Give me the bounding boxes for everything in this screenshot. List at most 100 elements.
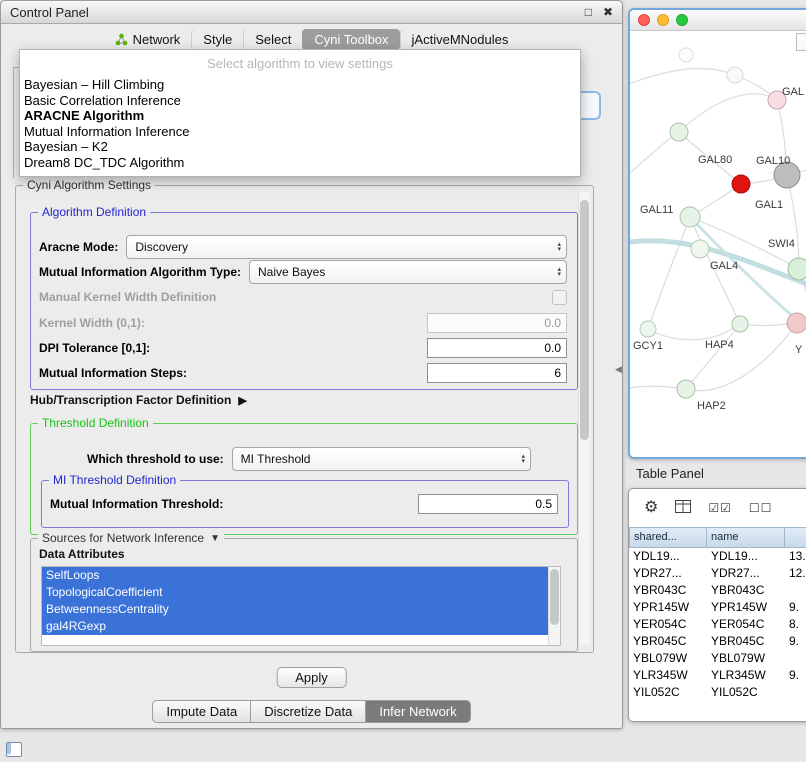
close-traffic-light[interactable] <box>638 14 650 26</box>
tab-cyni-toolbox[interactable]: Cyni Toolbox <box>302 29 399 50</box>
table-body: YDL19...YDL19...13...YDR27...YDR27...12.… <box>629 548 806 701</box>
zoom-traffic-light[interactable] <box>676 14 688 26</box>
minimized-panel-icon[interactable] <box>6 742 22 757</box>
node-label-y: Y <box>795 344 803 356</box>
table-row[interactable]: YBL079WYBL079W <box>629 650 806 667</box>
close-window-icon[interactable]: ✖ <box>603 6 613 18</box>
network-edge[interactable] <box>686 323 797 391</box>
deselect-all-checks-icon[interactable]: ☐☐ <box>749 501 773 515</box>
network-node-swi4[interactable] <box>788 258 806 280</box>
attribute-item-gal4rgexp[interactable]: gal4RGexp <box>42 618 548 635</box>
tab-jactivemnodules[interactable]: jActiveMNodules <box>400 29 520 50</box>
hub-definition-toggle[interactable]: Hub/Transcription Factor Definition ▶ <box>30 393 247 407</box>
network-node-red[interactable] <box>732 175 750 193</box>
attribute-item-selfloops[interactable]: SelfLoops <box>42 567 548 584</box>
network-window-titlebar[interactable] <box>630 10 806 31</box>
settings-scrollbar[interactable] <box>578 192 590 644</box>
hub-definition-label: Hub/Transcription Factor Definition <box>30 393 231 407</box>
table-row[interactable]: YBR043CYBR043C <box>629 582 806 599</box>
apply-button[interactable]: Apply <box>276 667 347 688</box>
aracne-mode-value: Discovery <box>135 240 188 254</box>
gear-icon[interactable]: ⚙ <box>644 500 658 516</box>
table-row[interactable]: YDL19...YDL19...13... <box>629 548 806 565</box>
tab-style[interactable]: Style <box>191 29 243 50</box>
mi-type-select[interactable]: Naive Bayes ▴▾ <box>249 260 567 284</box>
column-header-2[interactable] <box>785 527 806 548</box>
network-edge[interactable] <box>686 324 740 389</box>
network-node-gal4[interactable] <box>691 240 709 258</box>
node-label-swi4: SWI4 <box>768 238 795 250</box>
network-edge[interactable] <box>787 175 799 269</box>
network-edge[interactable] <box>648 324 740 340</box>
float-window-icon[interactable]: □ <box>585 6 592 18</box>
attribute-item-betweennesscentrality[interactable]: BetweennessCentrality <box>42 601 548 618</box>
kernel-width-row: Kernel Width (0,1): <box>39 312 567 334</box>
data-attributes-list[interactable]: SelfLoopsTopologicalCoefficientBetweenne… <box>41 566 561 646</box>
network-canvas[interactable]: GALGAL80GAL10GAL11GAL1SWI4GAL4GCY1HAP4HA… <box>630 31 806 456</box>
table-row[interactable]: YDR27...YDR27...12... <box>629 565 806 582</box>
algorithm-option-aracne-algorithm[interactable]: ARACNE Algorithm <box>20 108 580 124</box>
node-label-hap4: HAP4 <box>705 339 734 351</box>
table-row[interactable]: YIL052CYIL052C <box>629 684 806 701</box>
table-cell: YDL19... <box>707 548 785 565</box>
splitter-collapse-icon[interactable]: ◀ <box>615 364 622 375</box>
which-threshold-value: MI Threshold <box>241 452 311 466</box>
list-scrollbar[interactable] <box>548 567 560 645</box>
network-edge[interactable] <box>630 68 735 91</box>
table-panel-window: ⚙ ☑☑ ☐☐ shared...name YDL19...YDL19...13… <box>628 488 806 722</box>
tab-select[interactable]: Select <box>243 29 302 50</box>
table-cell: YLR345W <box>707 667 785 684</box>
table-cell: YER054C <box>707 616 785 633</box>
column-header-name[interactable]: name <box>707 527 785 548</box>
algorithm-option-bayesian-k2[interactable]: Bayesian – K2 <box>20 139 580 155</box>
aracne-mode-select[interactable]: Discovery ▴▾ <box>126 235 567 259</box>
network-edge[interactable] <box>679 94 777 132</box>
combo-arrows-icon: ▴▾ <box>551 242 561 252</box>
network-node-hap4[interactable] <box>732 316 748 332</box>
mi-steps-field[interactable] <box>427 363 567 383</box>
bottom-tab-impute-data[interactable]: Impute Data <box>152 700 251 723</box>
mi-threshold-field[interactable] <box>418 494 558 514</box>
minimize-traffic-light[interactable] <box>657 14 669 26</box>
algorithm-option-mutual-information-inference[interactable]: Mutual Information Inference <box>20 124 580 140</box>
bottom-tab-infer-network[interactable]: Infer Network <box>366 700 470 723</box>
bottom-tab-discretize-data[interactable]: Discretize Data <box>251 700 366 723</box>
table-cell <box>785 582 806 599</box>
table-cell: YBR045C <box>629 633 707 650</box>
network-node-gal80[interactable] <box>670 123 688 141</box>
network-node[interactable] <box>679 48 693 62</box>
control-panel-titlebar[interactable]: Control Panel □ ✖ <box>1 1 622 24</box>
columns-icon[interactable] <box>675 500 691 517</box>
network-edge[interactable] <box>648 217 690 329</box>
network-node-pink-right[interactable] <box>787 313 806 333</box>
network-node[interactable] <box>727 67 743 83</box>
table-row[interactable]: YER054CYER054C8. <box>629 616 806 633</box>
algorithm-option-basic-correlation-inference[interactable]: Basic Correlation Inference <box>20 93 580 109</box>
settings-scrollbar-thumb[interactable] <box>580 200 589 440</box>
dpi-tolerance-field[interactable] <box>427 338 567 358</box>
column-header-shared[interactable]: shared... <box>629 527 707 548</box>
attribute-item-topologicalcoefficient[interactable]: TopologicalCoefficient <box>42 584 548 601</box>
algorithm-option-bayesian-hill-climbing[interactable]: Bayesian – Hill Climbing <box>20 77 580 93</box>
network-node-gal11[interactable] <box>680 207 700 227</box>
which-threshold-select[interactable]: MI Threshold ▴▾ <box>232 447 531 471</box>
network-node-gcy1[interactable] <box>640 321 656 337</box>
algorithm-option-dream8-dc-tdc-algorithm[interactable]: Dream8 DC_TDC Algorithm <box>20 155 580 171</box>
network-scrollbar[interactable] <box>796 33 806 51</box>
algorithm-dropdown-placeholder: Select algorithm to view settings <box>20 53 580 77</box>
network-node-hap2[interactable] <box>677 380 695 398</box>
combo-down-icon: ▾ <box>557 247 561 252</box>
table-row[interactable]: YLR345WYLR345W9. <box>629 667 806 684</box>
select-all-checks-icon[interactable]: ☑☑ <box>708 501 732 515</box>
list-scrollbar-thumb[interactable] <box>550 569 559 625</box>
kernel-width-label: Kernel Width (0,1): <box>39 316 145 330</box>
table-row[interactable]: YPR145WYPR145W9. <box>629 599 806 616</box>
aracne-mode-row: Aracne Mode: Discovery ▴▾ <box>39 236 567 258</box>
network-edge[interactable] <box>630 132 679 181</box>
combo-down-icon: ▾ <box>557 272 561 277</box>
sources-group-title[interactable]: Sources for Network Inference ▼ <box>38 531 224 545</box>
table-row[interactable]: YBR045CYBR045C9. <box>629 633 806 650</box>
tab-network[interactable]: Network <box>104 29 192 50</box>
mi-steps-row: Mutual Information Steps: <box>39 362 567 384</box>
columns-icon-svg <box>675 500 691 513</box>
